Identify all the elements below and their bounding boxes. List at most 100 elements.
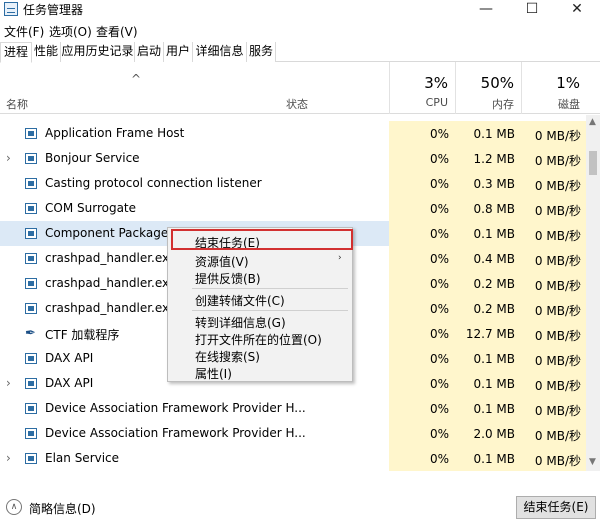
column-header: ^ 名称 状态 3% CPU 50% 内存 1% 磁盘 xyxy=(0,62,600,114)
tab-bar: 进程 性能 应用历史记录 启动 用户 详细信息 服务 xyxy=(0,42,600,63)
expand-chevron-icon[interactable]: › xyxy=(6,451,11,465)
process-name: Component Package Su xyxy=(45,226,188,240)
ctx-create-dump[interactable]: 创建转储文件(C) xyxy=(195,292,285,309)
annotation-highlight-box xyxy=(171,229,353,250)
process-cpu: 0% xyxy=(429,302,449,316)
submenu-arrow-icon: › xyxy=(338,253,342,263)
title-bar: 任务管理器 — ☐ ✕ xyxy=(0,0,600,18)
minimize-button[interactable]: — xyxy=(463,0,509,18)
tab-app-history[interactable]: 应用历史记录 xyxy=(61,42,135,62)
process-memory: 0.3 MB xyxy=(473,177,515,191)
process-row[interactable]: › Elan Service 0% 0.1 MB 0 MB/秒 xyxy=(0,446,586,471)
window-icon xyxy=(25,253,37,264)
process-disk: 0 MB/秒 xyxy=(534,154,581,168)
vertical-scrollbar[interactable]: ▲ ▼ xyxy=(586,115,600,471)
menu-view[interactable]: 查看(V) xyxy=(96,23,138,40)
menu-options[interactable]: 选项(O) xyxy=(49,23,92,40)
window-icon xyxy=(25,203,37,214)
process-disk: 0 MB/秒 xyxy=(534,254,581,268)
close-button[interactable]: ✕ xyxy=(554,0,600,18)
scroll-down-icon[interactable]: ▼ xyxy=(589,457,596,467)
process-name: COM Surrogate xyxy=(45,201,137,215)
expand-chevron-icon[interactable]: › xyxy=(6,376,11,390)
process-cpu: 0% xyxy=(429,227,449,241)
process-name: Bonjour Service xyxy=(45,151,140,165)
scroll-thumb[interactable] xyxy=(589,151,597,175)
window-icon xyxy=(25,278,37,289)
window-icon xyxy=(25,453,37,464)
context-menu: 结束任务(E) 资源值(V) › 提供反馈(B) 创建转储文件(C) 转到详细信… xyxy=(167,227,353,382)
process-disk: 0 MB/秒 xyxy=(534,404,581,418)
process-cpu: 0% xyxy=(429,277,449,291)
disk-percent[interactable]: 1% xyxy=(522,74,580,92)
process-cpu: 0% xyxy=(429,152,449,166)
process-disk: 0 MB/秒 xyxy=(534,379,581,393)
menu-separator xyxy=(192,288,348,289)
process-disk: 0 MB/秒 xyxy=(534,304,581,318)
process-row[interactable]: Casting protocol connection listener 0% … xyxy=(0,171,586,196)
process-memory: 0.1 MB xyxy=(473,402,515,416)
menu-separator xyxy=(192,310,348,311)
column-memory[interactable]: 内存 xyxy=(456,96,514,112)
process-disk: 0 MB/秒 xyxy=(534,279,581,293)
window-icon xyxy=(25,403,37,414)
process-disk: 0 MB/秒 xyxy=(534,354,581,368)
window-icon xyxy=(25,428,37,439)
process-row[interactable]: Application Frame Host 0% 0.1 MB 0 MB/秒 xyxy=(0,121,586,146)
tab-processes[interactable]: 进程 xyxy=(0,42,32,63)
menu-bar: 文件(F) 选项(O) 查看(V) xyxy=(0,20,600,40)
column-disk[interactable]: 磁盘 xyxy=(522,96,580,112)
process-disk: 0 MB/秒 xyxy=(534,204,581,218)
process-memory: 0.2 MB xyxy=(473,277,515,291)
window-icon xyxy=(25,228,37,239)
ctx-feedback[interactable]: 提供反馈(B) xyxy=(195,270,261,287)
column-cpu[interactable]: CPU xyxy=(390,96,448,109)
ctx-resource-values[interactable]: 资源值(V) xyxy=(195,253,249,270)
process-memory: 0.1 MB xyxy=(473,452,515,466)
process-row[interactable]: Device Association Framework Provider H.… xyxy=(0,396,586,421)
pen-icon: ✒ xyxy=(25,326,36,341)
process-cpu: 0% xyxy=(429,177,449,191)
scroll-up-icon[interactable]: ▲ xyxy=(589,117,596,127)
column-status[interactable]: 状态 xyxy=(286,96,308,112)
maximize-button[interactable]: ☐ xyxy=(509,0,555,18)
tab-details[interactable]: 详细信息 xyxy=(193,42,247,62)
process-disk: 0 MB/秒 xyxy=(534,329,581,343)
column-name[interactable]: 名称 xyxy=(6,96,28,112)
window-icon xyxy=(25,353,37,364)
menu-file[interactable]: 文件(F) xyxy=(4,23,44,40)
process-memory: 0.1 MB xyxy=(473,352,515,366)
process-cpu: 0% xyxy=(429,452,449,466)
sort-arrow-icon[interactable]: ^ xyxy=(131,72,141,86)
end-task-button[interactable]: 结束任务(E) xyxy=(516,496,596,519)
ctx-search-online[interactable]: 在线搜索(S) xyxy=(195,348,260,365)
process-row[interactable]: COM Surrogate 0% 0.8 MB 0 MB/秒 xyxy=(0,196,586,221)
process-cpu: 0% xyxy=(429,352,449,366)
process-cpu: 0% xyxy=(429,327,449,341)
window-icon xyxy=(25,303,37,314)
process-cpu: 0% xyxy=(429,252,449,266)
tab-services[interactable]: 服务 xyxy=(247,42,276,62)
process-name: Casting protocol connection listener xyxy=(45,176,262,190)
tab-performance[interactable]: 性能 xyxy=(32,42,61,62)
memory-percent[interactable]: 50% xyxy=(456,74,514,92)
process-memory: 12.7 MB xyxy=(465,327,515,341)
cpu-percent[interactable]: 3% xyxy=(390,74,448,92)
collapse-up-icon[interactable]: ∧ xyxy=(6,499,22,515)
ctx-open-location[interactable]: 打开文件所在的位置(O) xyxy=(195,331,322,348)
process-memory: 2.0 MB xyxy=(473,427,515,441)
process-row[interactable]: Device Association Framework Provider H.… xyxy=(0,421,586,446)
process-cpu: 0% xyxy=(429,427,449,441)
expand-chevron-icon[interactable]: › xyxy=(6,151,11,165)
ctx-properties[interactable]: 属性(I) xyxy=(195,365,232,382)
tab-startup[interactable]: 启动 xyxy=(135,42,164,62)
ctx-go-details[interactable]: 转到详细信息(G) xyxy=(195,314,286,331)
process-cpu: 0% xyxy=(429,202,449,216)
process-memory: 1.2 MB xyxy=(473,152,515,166)
tab-users[interactable]: 用户 xyxy=(164,42,193,62)
process-memory: 0.2 MB xyxy=(473,302,515,316)
process-memory: 0.1 MB xyxy=(473,127,515,141)
process-row[interactable]: › Bonjour Service 0% 1.2 MB 0 MB/秒 xyxy=(0,146,586,171)
brief-info-link[interactable]: 简略信息(D) xyxy=(29,500,96,517)
process-disk: 0 MB/秒 xyxy=(534,129,581,143)
